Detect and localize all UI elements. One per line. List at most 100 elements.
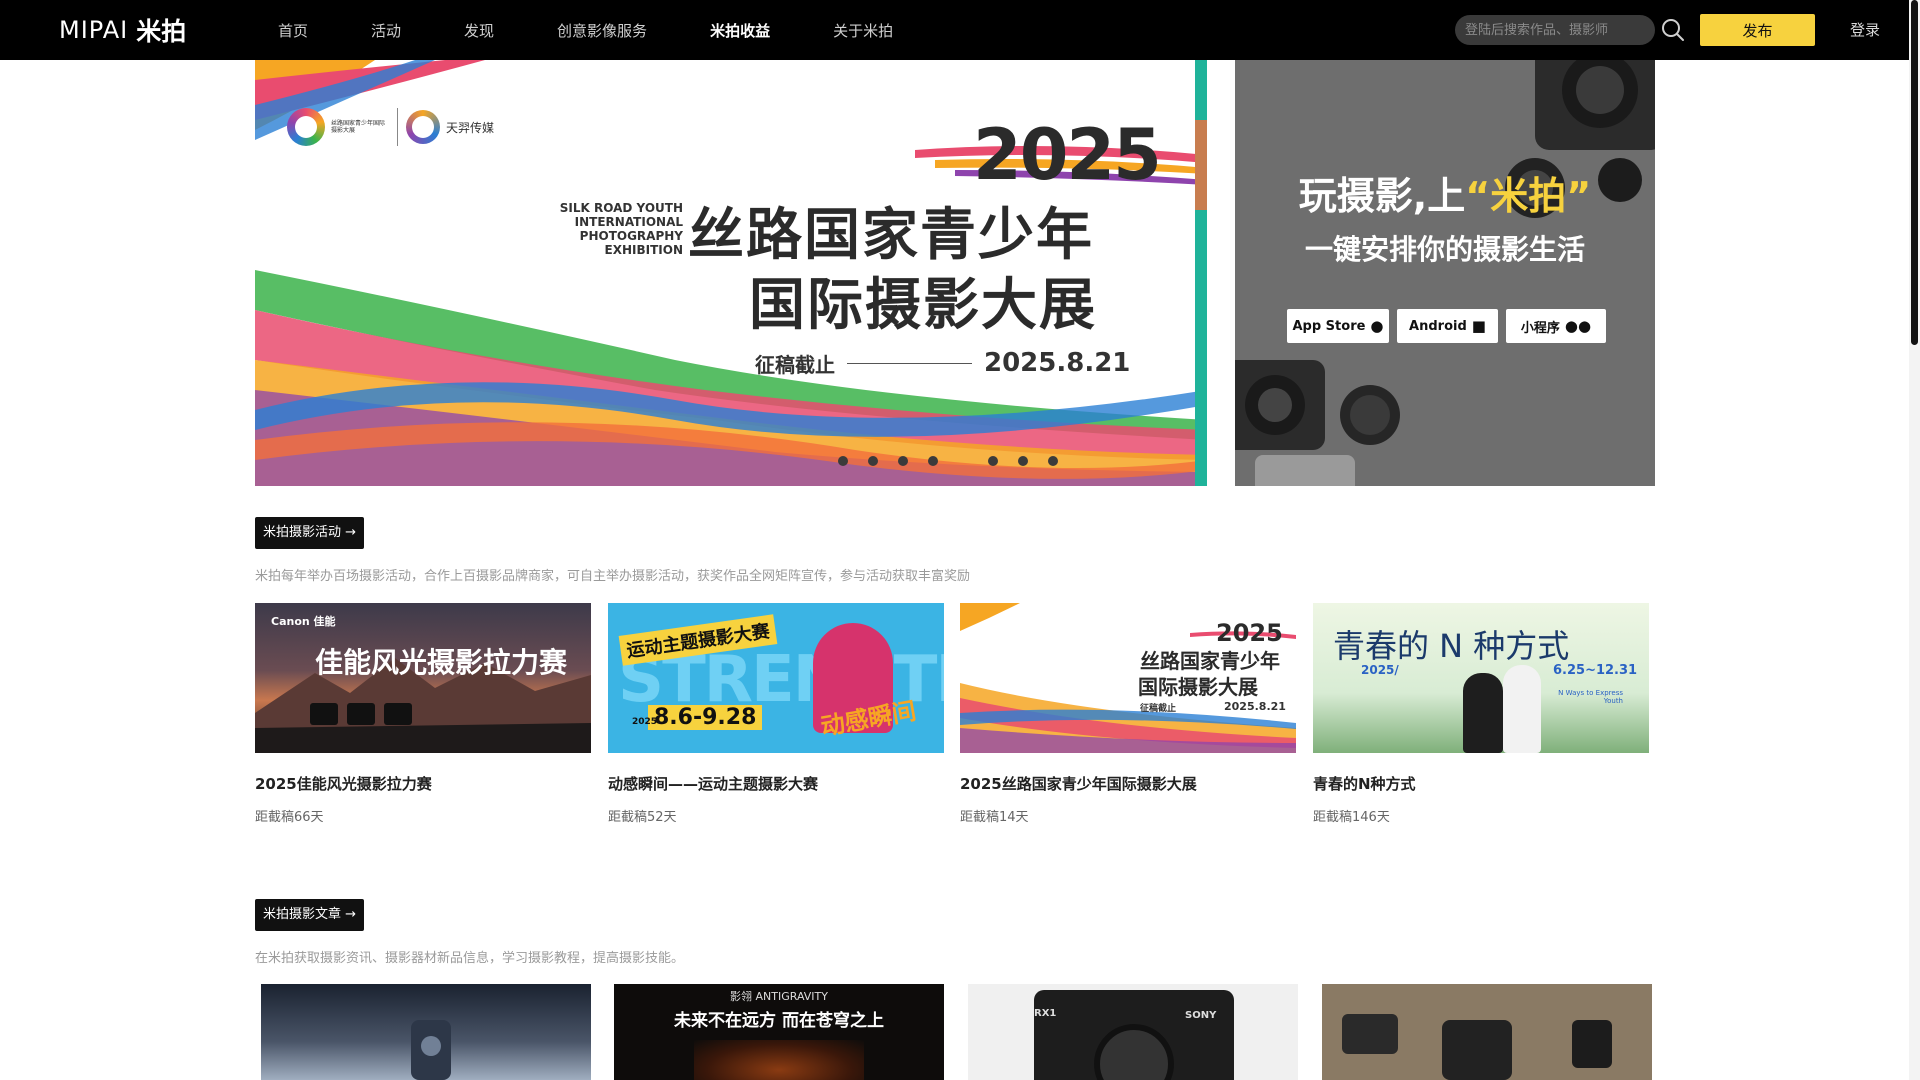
articles-section-tag[interactable]: 米拍摄影文章 → [255, 899, 365, 931]
article-card-1[interactable] [261, 984, 591, 1080]
sport-dates: 8.6-9.28 [648, 705, 763, 730]
activity-card-2[interactable]: STRENGTH 运动主题摄影大赛 8.6-9.28 2025 动感瞬间 动感瞬… [608, 603, 944, 825]
activity-deadline-1: 距截稿66天 [255, 810, 324, 825]
sport-year: 2025 [632, 717, 658, 727]
activity-deadline-3: 距截稿14天 [960, 810, 1029, 825]
organizer-name: 丝路国家青少年国际摄影大展 [331, 120, 386, 134]
activity-deadline-2: 距截稿52天 [608, 810, 677, 825]
top-navigation-bar: MIPAI 米拍 首页 活动 发现 创意影像服务 米拍收益 关于米拍 发布 登录 [0, 0, 1909, 60]
search-input[interactable] [1455, 15, 1655, 45]
hero-title-en: SILK ROAD YOUTH INTERNATIONAL PHOTOGRAPH… [475, 201, 683, 257]
canon-title: 佳能风光摄影拉力赛 [315, 646, 568, 679]
promo-title-prefix: 玩摄影,上 [1298, 174, 1466, 218]
logo-latin: MIPAI [59, 16, 129, 44]
mini-program-label: 小程序 [1520, 320, 1560, 336]
search-icon[interactable] [1660, 17, 1686, 43]
activity-thumbnail-2: STRENGTH 运动主题摄影大赛 8.6-9.28 2025 动感瞬间 [608, 603, 944, 753]
carousel-dot-8[interactable] [1048, 456, 1058, 466]
youth-en: N Ways to Express Youth [1558, 689, 1623, 705]
activity-thumbnail-4: 青春的 N 种方式 2025/ 6.25~12.31 N Ways to Exp… [1313, 603, 1649, 753]
mini-program-button[interactable]: 小程序 ●● [1506, 309, 1606, 343]
promo-title: 玩摄影,上“米拍” [1235, 165, 1655, 220]
organizer-ring-icon [287, 108, 325, 146]
main-nav: 首页 活动 发现 创意影像服务 米拍收益 关于米拍 [278, 0, 893, 60]
student-figure-1 [1463, 673, 1503, 753]
activity-card-4[interactable]: 青春的 N 种方式 2025/ 6.25~12.31 N Ways to Exp… [1313, 603, 1649, 825]
hero-organizer-logo: 丝路国家青少年国际摄影大展 天羿传媒 [287, 108, 494, 146]
android-button[interactable]: Android ■ [1397, 309, 1498, 343]
article-card-2[interactable]: 影翎 ANTIGRAVITY 未来不在远方 而在苍穹之上 [614, 984, 944, 1080]
carousel-dot-2[interactable] [868, 456, 878, 466]
deadline-label: 征稿截止 [755, 352, 835, 377]
nav-home[interactable]: 首页 [278, 20, 308, 41]
carousel-dot-5-active[interactable] [958, 456, 968, 466]
wechat-icon: ●● [1564, 317, 1592, 335]
activity-title-1: 2025佳能风光摄影拉力赛 [255, 775, 432, 793]
hero-title-en-line3: EXHIBITION [604, 243, 683, 257]
gear-item-3 [1572, 1020, 1612, 1068]
small-title-2: 国际摄影大展 [1138, 675, 1258, 699]
carousel-dot-3[interactable] [898, 456, 908, 466]
app-store-button[interactable]: App Store ● [1287, 309, 1389, 343]
logo-divider [397, 108, 398, 146]
nav-creative-services[interactable]: 创意影像服务 [557, 20, 647, 41]
drone-brand: 影翎 ANTIGRAVITY [730, 990, 828, 1003]
app-download-buttons: App Store ● Android ■ 小程序 ●● [1287, 309, 1614, 343]
login-link[interactable]: 登录 [1815, 0, 1915, 60]
activity-title-3: 2025丝路国家青少年国际摄影大展 [960, 775, 1197, 793]
hero-year: 2025 [973, 114, 1162, 196]
android-label: Android [1409, 318, 1467, 334]
hero-deadline: 征稿截止 2025.8.21 [755, 348, 1130, 378]
activity-title-4: 青春的N种方式 [1313, 775, 1416, 793]
canon-brand: Canon 佳能 [271, 615, 336, 628]
android-icon: ■ [1471, 317, 1486, 335]
logo-cn: 米拍 [136, 17, 187, 46]
gear-item-1 [1342, 1014, 1398, 1054]
media-ring-icon [406, 110, 440, 144]
sony-brand: SONY [1185, 1010, 1217, 1021]
nav-about[interactable]: 关于米拍 [833, 20, 893, 41]
activity-title-2: 动感瞬间——运动主题摄影大赛 [608, 775, 819, 793]
small-year: 2025 [1216, 619, 1283, 647]
gear-item-2 [1442, 1020, 1512, 1080]
small-title-1: 丝路国家青少年 [1140, 649, 1280, 673]
publish-button[interactable]: 发布 [1700, 14, 1815, 46]
student-figure-2 [1503, 665, 1541, 753]
page-scrollbar-thumb[interactable] [1911, 0, 1918, 345]
media-name: 天羿传媒 [446, 120, 495, 135]
carousel-dots [838, 456, 1078, 466]
hero-title-en-line1: SILK ROAD YOUTH [559, 201, 683, 215]
nav-earnings[interactable]: 米拍收益 [710, 20, 770, 41]
deadline-line [847, 362, 972, 364]
carousel-dot-6[interactable] [988, 456, 998, 466]
hero-title-cn-line1: 丝路国家青少年 [688, 203, 1094, 268]
promo-subtitle: 一键安排你的摄影生活 [1304, 233, 1585, 266]
drone-slogan: 未来不在远方 而在苍穹之上 [674, 1011, 884, 1031]
carousel-dot-4[interactable] [928, 456, 938, 466]
activity-card-3[interactable]: 2025 丝路国家青少年 国际摄影大展 征稿截止 2025.8.21 2025丝… [960, 603, 1296, 825]
nav-discover[interactable]: 发现 [464, 20, 494, 41]
camera-gear-graphic [1235, 60, 1655, 486]
youth-year: 2025/ [1361, 663, 1399, 677]
carousel-dot-7[interactable] [1018, 456, 1028, 466]
promo-title-highlight: “米拍” [1465, 174, 1592, 218]
activity-thumbnail-3: 2025 丝路国家青少年 国际摄影大展 征稿截止 2025.8.21 [960, 603, 1296, 753]
carousel-dot-1[interactable] [838, 456, 848, 466]
activities-section-tag[interactable]: 米拍摄影活动 → [255, 517, 365, 549]
small-deadline: 征稿截止 [1140, 704, 1177, 714]
deadline-date: 2025.8.21 [984, 348, 1131, 378]
nav-activities[interactable]: 活动 [371, 20, 401, 41]
activity-deadline-4: 距截稿146天 [1313, 810, 1390, 825]
sony-model: RX1 [1034, 1008, 1057, 1019]
activities-description: 米拍每年举办百场摄影活动，合作上百摄影品牌商家，可自主举办摄影活动，获奖作品全网… [255, 569, 971, 584]
hero-carousel[interactable]: 丝路国家青少年国际摄影大展 天羿传媒 2025 SILK ROAD YOUTH … [255, 60, 1207, 486]
hero-title-en-line2: INTERNATIONAL PHOTOGRAPHY [574, 215, 683, 243]
activity-card-1[interactable]: Canon 佳能 佳能风光摄影拉力赛 2025佳能风光摄影拉力赛 距截稿66天 [255, 603, 591, 825]
youth-dates: 6.25~12.31 [1553, 663, 1638, 678]
youth-title: 青春的 N 种方式 [1333, 627, 1570, 665]
site-logo[interactable]: MIPAI 米拍 [59, 14, 186, 46]
article-card-4[interactable] [1322, 984, 1652, 1080]
hero-title-cn-line2: 国际摄影大展 [749, 273, 1097, 338]
article-card-3[interactable]: RX1 SONY [968, 984, 1298, 1080]
articles-description: 在米拍获取摄影资讯、摄影器材新品信息，学习摄影教程，提高摄影技能。 [255, 951, 685, 966]
